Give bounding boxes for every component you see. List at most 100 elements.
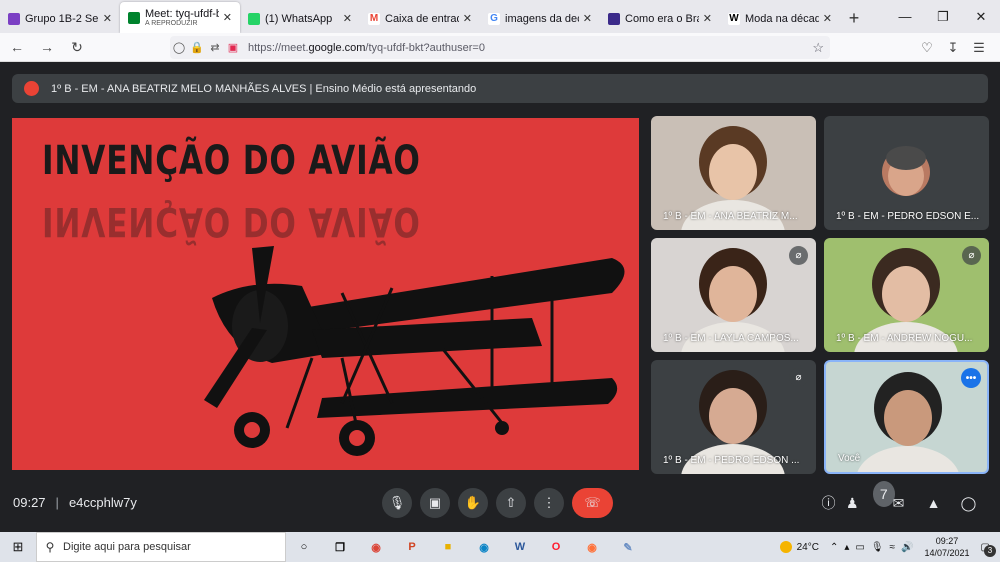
- chat-icon[interactable]: ✉: [881, 490, 916, 516]
- close-tab-icon[interactable]: ✕: [103, 12, 112, 25]
- chrome-icon[interactable]: ◉: [358, 532, 394, 562]
- presenter-text: 1º B - EM - ANA BEATRIZ MELO MANHÃES ALV…: [51, 82, 477, 95]
- firefox-icon[interactable]: ◉: [574, 532, 610, 562]
- new-tab-icon[interactable]: +: [840, 4, 868, 33]
- gmail-icon: M: [368, 12, 380, 25]
- weather-widget[interactable]: 24°C: [779, 541, 819, 553]
- call-controls: 🎙 ▣ ✋ ⇧ ⋮ ☏: [382, 488, 621, 518]
- temperature: 24°C: [796, 541, 819, 553]
- microphone-button[interactable]: 🎙: [382, 488, 412, 518]
- participant-tile[interactable]: 1º B - EM - ANA BEATRIZ M...: [651, 116, 816, 230]
- meeting-details-icon[interactable]: ⓘ: [811, 490, 846, 516]
- bookmark-star-icon[interactable]: ☆: [812, 40, 824, 56]
- tab-subtitle: A REPRODUZIR: [145, 20, 198, 27]
- close-window-icon[interactable]: ✕: [962, 0, 1000, 33]
- reload-icon[interactable]: ↻: [64, 34, 90, 60]
- tab-title: Grupo 1B-2 Semana: [25, 12, 99, 25]
- wifi-icon[interactable]: ≈: [890, 542, 896, 553]
- windows-start-icon[interactable]: ⊞: [0, 532, 36, 562]
- tab-title: Moda na década de: [745, 12, 819, 25]
- file-explorer-icon[interactable]: ■: [430, 532, 466, 562]
- search-icon: ⚲: [45, 540, 55, 554]
- browser-tab[interactable]: M Caixa de entrada (5! ✕: [360, 4, 480, 33]
- tab-title: (1) WhatsApp: [265, 12, 333, 25]
- meet-icon: [128, 11, 140, 24]
- taskbar-date: 14/07/2021: [924, 548, 970, 558]
- participant-tile[interactable]: Você •••: [824, 360, 989, 474]
- meeting-info: 09:27 | e4ccphlw7y: [13, 495, 137, 510]
- close-tab-icon[interactable]: ✕: [823, 12, 832, 25]
- browser-tab[interactable]: Como era o Brasil d ✕: [600, 4, 720, 33]
- windows-taskbar: ⊞ ⚲ Digite aqui para pesquisar ○ ❐ ◉ P ■…: [0, 532, 1000, 562]
- tab-title: imagens da decada: [505, 12, 579, 25]
- minimize-icon[interactable]: —: [886, 0, 924, 33]
- close-tab-icon[interactable]: ✕: [703, 12, 712, 25]
- whatsapp-icon: [248, 12, 260, 25]
- browser-tab[interactable]: Meet: tyq-ufdf-bktA REPRODUZIR ✕: [120, 2, 240, 33]
- side-panel-controls: ⓘ ♟ 7 ✉ ▲ ◯: [811, 481, 986, 516]
- present-button[interactable]: ⇧: [496, 488, 526, 518]
- paint-icon[interactable]: ✎: [610, 532, 646, 562]
- restore-icon[interactable]: ❐: [924, 0, 962, 33]
- word-icon[interactable]: W: [502, 532, 538, 562]
- clock[interactable]: 09:27 14/07/2021: [925, 535, 970, 559]
- participant-tile[interactable]: 1º B - EM - PEDRO EDSON E...: [824, 116, 989, 230]
- close-tab-icon[interactable]: ✕: [223, 11, 232, 24]
- shared-slide: INVENÇÃO DO AVIÃO INVENÇÃO DO AVIÃO: [12, 118, 639, 470]
- mic-tray-icon[interactable]: 🎙: [871, 542, 884, 553]
- volume-icon[interactable]: 🔊: [901, 542, 913, 553]
- participant-name: 1º B - EM - LAYLA CAMPOS...: [663, 333, 799, 344]
- browser-tab[interactable]: W Moda na década de ✕: [720, 4, 840, 33]
- participant-name: 1º B - EM - PEDRO EDSON E...: [836, 211, 980, 222]
- wikipedia-icon: W: [728, 12, 740, 25]
- participant-tile[interactable]: 1º B - EM - ANDREW NOGU... ⌀: [824, 238, 989, 352]
- powerpoint-icon[interactable]: P: [394, 532, 430, 562]
- raise-hand-button[interactable]: ✋: [458, 488, 488, 518]
- forward-icon[interactable]: →: [34, 34, 60, 60]
- menu-icon[interactable]: ☰: [966, 35, 992, 61]
- notification-count: 3: [984, 544, 996, 557]
- participant-tile[interactable]: 1º B - EM - PEDRO EDSON ... ⌀: [651, 360, 816, 474]
- task-view-icon[interactable]: ❐: [322, 532, 358, 562]
- address-bar[interactable]: ◯ 🔒 ⇄ ▣ https://meet.google.com/tyq-ufdf…: [170, 36, 830, 59]
- meet-window: 1º B - EM - ANA BEATRIZ MELO MANHÃES ALV…: [0, 62, 1000, 532]
- close-tab-icon[interactable]: ✕: [463, 12, 472, 25]
- participant-name: Você: [838, 453, 861, 464]
- mic-muted-icon: ⌀: [789, 246, 808, 265]
- shield-icon[interactable]: ◯: [170, 41, 188, 54]
- meeting-controls-bar: 09:27 | e4ccphlw7y 🎙 ▣ ✋ ⇧ ⋮ ☏ ⓘ ♟ 7 ✉ ▲ …: [0, 481, 1000, 522]
- opera-icon[interactable]: O: [538, 532, 574, 562]
- navigation-bar: ← → ↻ ◯ 🔒 ⇄ ▣ https://meet.google.com/ty…: [0, 33, 1000, 62]
- browser-tab[interactable]: Grupo 1B-2 Semana ✕: [0, 4, 120, 33]
- end-call-button[interactable]: ☏: [572, 488, 613, 518]
- host-controls-icon[interactable]: ◯: [951, 490, 986, 516]
- browser-tab[interactable]: Gimagens da decada ✕: [480, 4, 600, 33]
- pocket-icon[interactable]: ♡: [914, 35, 940, 61]
- participant-tile[interactable]: 1º B - EM - LAYLA CAMPOS... ⌀: [651, 238, 816, 352]
- cortana-icon[interactable]: ○: [286, 532, 322, 562]
- battery-icon[interactable]: ▭: [855, 542, 864, 553]
- browser-tab[interactable]: (1) WhatsApp ✕: [240, 4, 360, 33]
- people-icon[interactable]: ♟ 7: [846, 481, 895, 516]
- camera-button[interactable]: ▣: [420, 488, 450, 518]
- camera-sharing-icon[interactable]: ▣: [224, 41, 242, 54]
- back-icon[interactable]: ←: [4, 34, 30, 60]
- downloads-icon[interactable]: ↧: [940, 35, 966, 61]
- window-controls: — ❐ ✕: [886, 0, 1000, 33]
- more-options-button[interactable]: ⋮: [534, 488, 564, 518]
- url-text[interactable]: https://meet.google.com/tyq-ufdf-bkt?aut…: [248, 42, 485, 54]
- edge-icon[interactable]: ◉: [466, 532, 502, 562]
- notification-icon[interactable]: ▢3: [981, 542, 996, 557]
- permissions-icon[interactable]: ⇄: [206, 41, 224, 54]
- browser-tab-bar: Grupo 1B-2 Semana✕Meet: tyq-ufdf-bktA RE…: [0, 0, 1000, 33]
- close-tab-icon[interactable]: ✕: [343, 12, 352, 25]
- activities-icon[interactable]: ▲: [916, 490, 951, 516]
- chevron-up-icon[interactable]: ⌃: [830, 542, 838, 553]
- tile-more-options-icon[interactable]: •••: [961, 368, 981, 388]
- lock-icon[interactable]: 🔒: [188, 41, 206, 54]
- google-icon: G: [488, 12, 500, 25]
- close-tab-icon[interactable]: ✕: [583, 12, 592, 25]
- network-icon[interactable]: ▴: [844, 542, 849, 553]
- participant-name: 1º B - EM - ANA BEATRIZ M...: [663, 211, 798, 222]
- taskbar-search[interactable]: ⚲ Digite aqui para pesquisar: [36, 532, 286, 562]
